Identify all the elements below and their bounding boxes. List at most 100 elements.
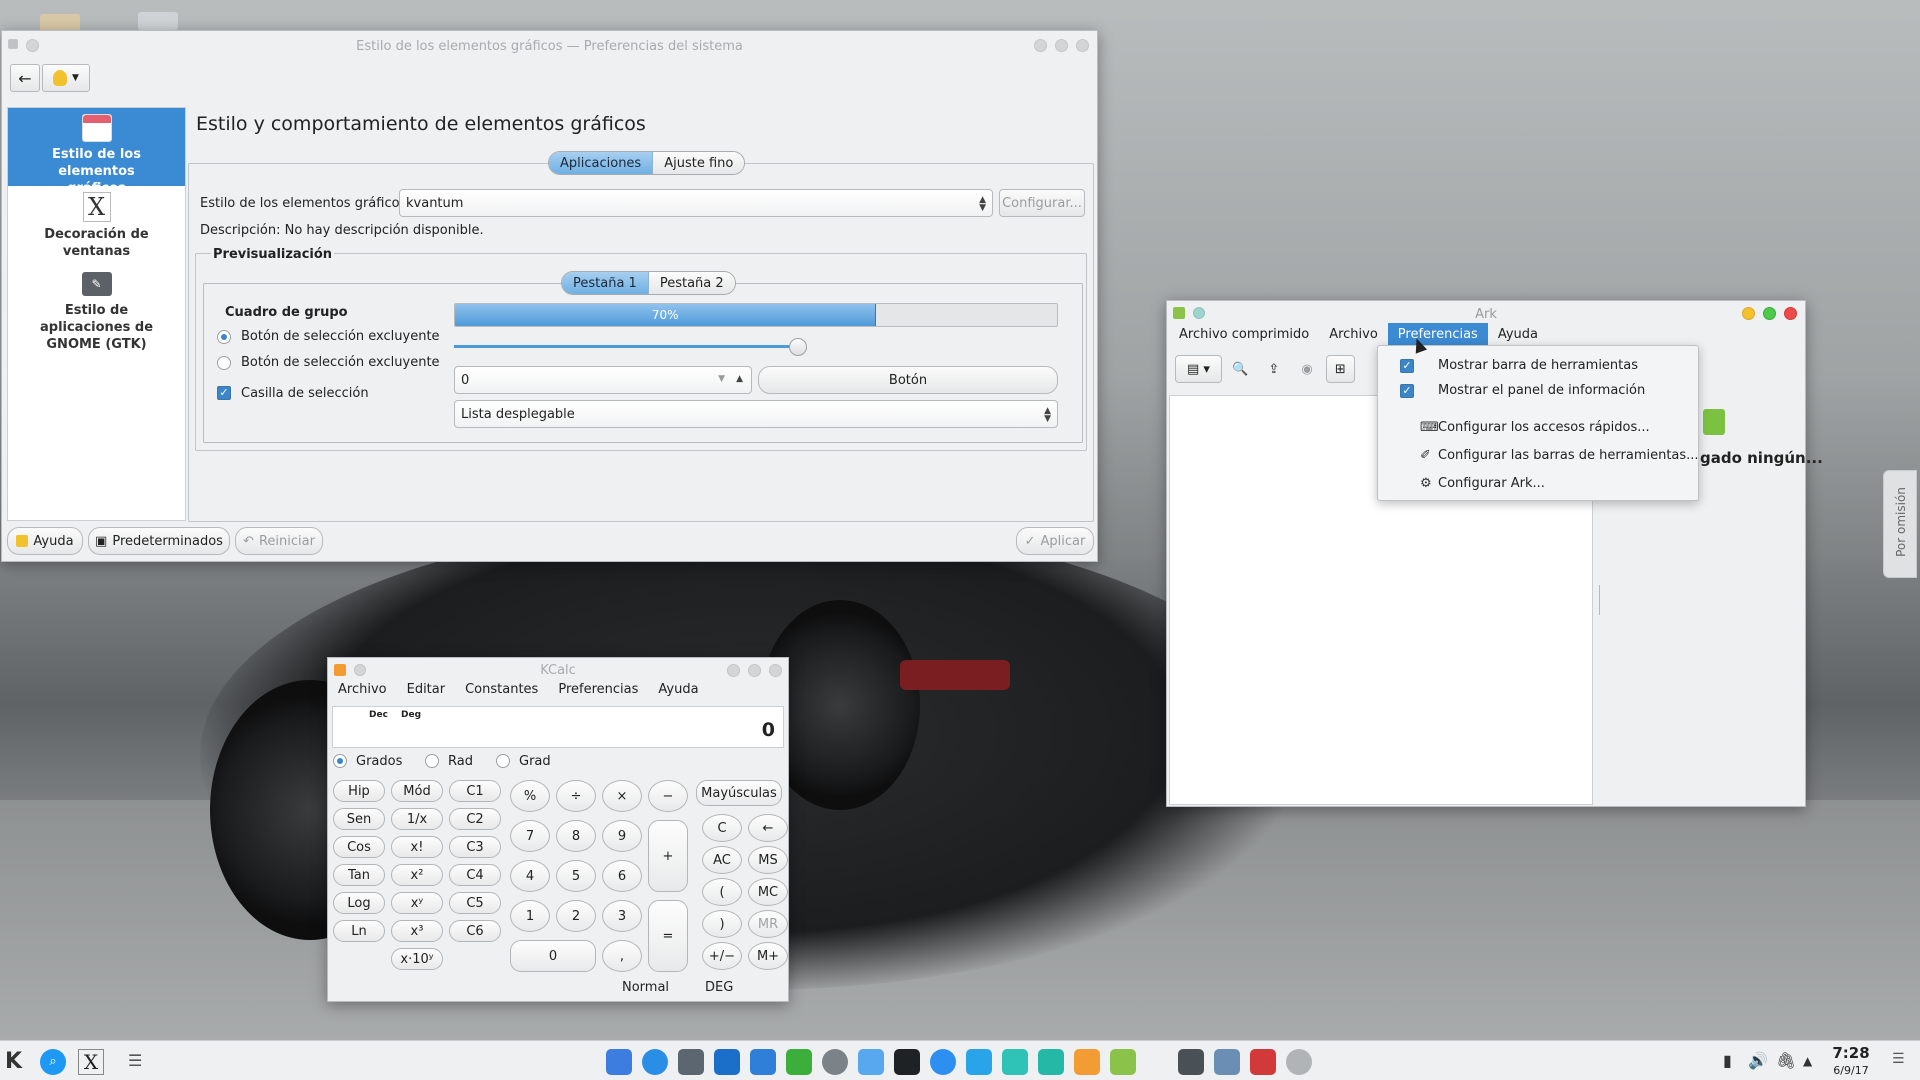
calc-fn-button[interactable]: C6 [449,920,501,942]
calc-digit-button-zero[interactable]: 0 [510,940,596,972]
x-app-icon[interactable]: X [78,1049,104,1075]
ark-active-icon[interactable] [1110,1049,1136,1075]
calc-digit-button[interactable]: 9 [602,820,642,852]
menu-editar[interactable]: Editar [397,678,456,701]
calc-fn-button[interactable]: Tan [333,864,385,886]
menu-icon[interactable]: ☰ [128,1051,142,1070]
menu-item-show-toolbar[interactable]: Mostrar barra de herramientas [1378,358,1698,373]
archive-new-button[interactable]: ▤ ▾ [1175,355,1222,383]
calc-memory-button[interactable]: MC [748,878,788,906]
apply-button[interactable]: ✓ Aplicar [1016,527,1094,555]
calc-digit-button[interactable]: 7 [510,820,550,852]
volume-icon[interactable]: 🔊 [1748,1051,1768,1070]
calc-digit-button[interactable]: 8 [556,820,596,852]
defaults-button[interactable]: ▣ Predeterminados [88,527,230,555]
calc-fn-button[interactable]: Ln [333,920,385,942]
search-button[interactable]: 🔍 [1226,355,1255,383]
tray-expand-icon[interactable]: ▲ [1803,1054,1812,1068]
calc-digit-button[interactable]: 5 [556,860,596,892]
calc-op-button[interactable]: ÷ [556,780,596,812]
menu-archivo[interactable]: Archivo [328,678,397,701]
radio-button-2[interactable] [217,356,231,370]
pin-icon[interactable] [1193,307,1205,319]
calc-digit-button[interactable]: 2 [556,900,596,932]
menu-preferencias[interactable]: Preferencias [1387,323,1488,346]
menu-item-configure-ark[interactable]: Configurar Ark... [1378,476,1698,491]
clock-time[interactable]: 7:28 [1826,1044,1876,1062]
calc-fn-button[interactable]: xʸ [391,892,443,914]
calc-fn-button[interactable]: Sen [333,808,385,830]
menu-archivo-comprimido[interactable]: Archivo comprimido [1169,323,1319,346]
clipboard-icon[interactable]: ▮ [1723,1051,1732,1070]
browser-icon[interactable] [642,1049,668,1075]
calc-fn-button[interactable]: x³ [391,920,443,942]
extract-button[interactable]: ⇪ [1259,355,1288,383]
preview-button[interactable]: ◉ [1292,355,1321,383]
calc-fn-button[interactable]: C4 [449,864,501,886]
calc-digit-button[interactable]: 1 [510,900,550,932]
system-monitor-icon[interactable] [822,1049,848,1075]
calc-memory-button[interactable]: M+ [748,942,788,970]
pin-icon[interactable] [26,39,39,52]
calc-memory-button[interactable]: ( [702,878,742,906]
menu-ayuda[interactable]: Ayuda [648,678,708,701]
calc-digit-button[interactable]: 4 [510,860,550,892]
book-icon[interactable] [1214,1049,1240,1075]
menu-item-configure-shortcuts[interactable]: Configurar los accesos rápidos... [1378,420,1698,435]
calc-fn-button[interactable]: Mód [391,780,443,802]
tab-pestana-2[interactable]: Pestaña 2 [648,272,735,294]
calc-fn-button[interactable]: C3 [449,836,501,858]
sidebar-item-window-decoration[interactable]: X Decoración de ventanas [8,192,185,264]
settings-titlebar[interactable]: Estilo de los elementos gráficos — Prefe… [2,31,1097,61]
cube-icon[interactable] [966,1049,992,1075]
menu-preferencias[interactable]: Preferencias [548,678,648,701]
clock-date[interactable]: 6/9/17 [1826,1064,1876,1077]
menu-constantes[interactable]: Constantes [455,678,548,701]
calc-shift-button[interactable]: Mayúsculas [696,780,782,806]
calc-fn-button[interactable]: x! [391,836,443,858]
back-button[interactable]: ← [10,64,40,92]
radio-button-1[interactable] [217,330,231,344]
calc-fn-button[interactable]: Cos [333,836,385,858]
menu-item-configure-toolbars[interactable]: Configurar las barras de herramientas... [1378,448,1699,463]
radio-grad[interactable] [496,754,510,768]
calc-op-button[interactable]: % [510,780,550,812]
tab-pestana-1[interactable]: Pestaña 1 [562,272,649,294]
calc-fn-button[interactable]: Log [333,892,385,914]
calc-memory-button[interactable]: +/− [702,942,742,970]
calc-memory-button[interactable]: AC [702,846,742,874]
menu-archivo[interactable]: Archivo [1319,323,1388,346]
sidebar-item-widget-style[interactable]: Estilo de los elementos gráficos [8,108,185,196]
sidebar-item-gtk-style[interactable]: ✎ Estilo de aplicaciones de GNOME (GTK) [8,272,185,352]
compass-icon[interactable] [930,1049,956,1075]
hints-menu-button[interactable]: ▼ [42,64,90,92]
notes-icon[interactable] [1178,1049,1204,1075]
minimize-button[interactable] [1034,39,1047,52]
preview-checkbox[interactable]: ✓ [217,386,231,400]
calc-plus-button[interactable]: + [648,820,688,892]
trash-icon[interactable] [1250,1049,1276,1075]
tab-aplicaciones[interactable]: Aplicaciones [549,152,654,174]
calc-memory-button[interactable]: ← [748,814,788,842]
calc-fn-button[interactable]: C2 [449,808,501,830]
radio-rad[interactable] [425,754,439,768]
slider-handle[interactable] [789,338,808,356]
calc-memory-button[interactable]: ) [702,910,742,938]
kde-launcher-icon[interactable]: K [5,1049,22,1074]
radio-grados[interactable] [333,754,347,768]
calc-exp-button[interactable]: x·10ʸ [391,948,443,970]
preview-dropdown[interactable]: Lista desplegable ▲ ▼ [454,400,1058,428]
configure-button[interactable]: Configurar... [999,189,1085,217]
stack-icon[interactable] [1286,1049,1312,1075]
ark-taskbar-icon[interactable] [678,1049,704,1075]
minimize-button[interactable] [727,664,740,677]
add-file-button[interactable]: ⊞ [1325,355,1355,383]
mail-icon[interactable] [714,1049,740,1075]
calc-equals-button[interactable]: = [648,900,688,972]
minimize-button[interactable] [1742,307,1755,320]
calc-digit-button[interactable]: 6 [602,860,642,892]
calc-op-button[interactable]: × [602,780,642,812]
menu-item-show-info-panel[interactable]: Mostrar el panel de información [1378,383,1698,398]
calc-fn-button[interactable]: x² [391,864,443,886]
search-icon[interactable]: ⌕ [40,1049,66,1075]
